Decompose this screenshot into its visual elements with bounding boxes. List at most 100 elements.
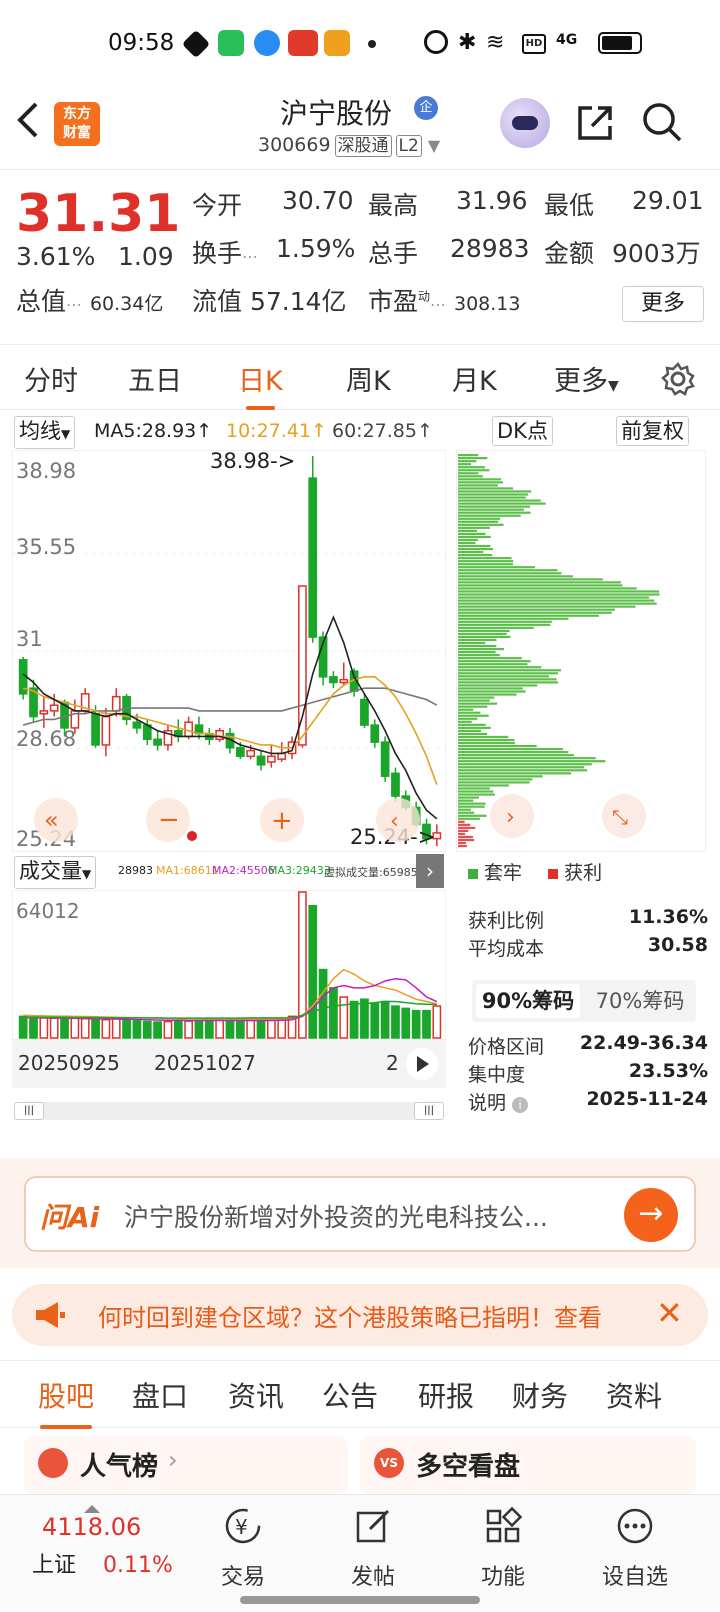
chip-bar-trapped bbox=[458, 463, 472, 466]
chip-bar-trapped bbox=[458, 502, 546, 505]
chart-scrollbar[interactable]: ||| ||| bbox=[14, 1102, 444, 1120]
gear-icon[interactable] bbox=[660, 361, 696, 397]
ai-question-box[interactable]: 问Ai 沪宁股份新增对外投资的光电科技公... → bbox=[24, 1176, 696, 1252]
nav-watchlist[interactable]: 设自选 bbox=[590, 1505, 680, 1591]
volume-selector[interactable]: 成交量▼ bbox=[14, 856, 97, 889]
tab-forum[interactable]: 股吧 bbox=[38, 1375, 94, 1429]
kline-chart[interactable]: 38.98 35.55 31 28.68 25.24 38.98-> 25.24… bbox=[12, 450, 446, 852]
promo-notice[interactable]: 何时回到建仓区域？这个港股策略已指明！查看 ✕ bbox=[12, 1284, 708, 1346]
chip-bar-trapped bbox=[458, 563, 514, 566]
chip-bar-trapped bbox=[458, 784, 510, 787]
chip-70-button[interactable]: 70%筹码 bbox=[584, 980, 696, 1022]
y-label-3: 31 bbox=[16, 627, 43, 651]
chip-bar-trapped bbox=[458, 723, 486, 726]
more-dots-icon: ⋯ bbox=[66, 295, 83, 314]
turnover-label[interactable]: 换手⋯ bbox=[192, 234, 258, 270]
stock-name: 沪宁股份 bbox=[280, 97, 393, 130]
tab-intraday[interactable]: 分时 bbox=[24, 359, 78, 398]
bull-bear-card[interactable]: VS 多空看盘 bbox=[360, 1436, 696, 1494]
chevron-down-icon[interactable]: ▼ bbox=[428, 136, 440, 155]
tab-profile[interactable]: 资料 bbox=[606, 1375, 662, 1415]
volume-bar bbox=[101, 1019, 111, 1039]
tab-five-day[interactable]: 五日 bbox=[128, 359, 182, 398]
more-button[interactable]: 更多 bbox=[622, 286, 704, 322]
profit-ratio-label: 获利比例 bbox=[468, 910, 545, 932]
candle bbox=[370, 724, 380, 743]
volume-bar bbox=[163, 1020, 173, 1039]
index-name: 上证 bbox=[32, 1553, 77, 1578]
chip-bar-trapped bbox=[458, 678, 557, 681]
scrollbar-right-handle[interactable]: ||| bbox=[414, 1102, 444, 1120]
volume-bar bbox=[204, 1019, 214, 1039]
volume-bar bbox=[380, 1000, 390, 1039]
market-cap-value: 60.34亿 bbox=[89, 293, 164, 315]
tab-weekly-k[interactable]: 周K bbox=[346, 359, 391, 398]
eastmoney-logo[interactable]: 东方 财富 bbox=[54, 102, 100, 146]
tab-announcements[interactable]: 公告 bbox=[322, 1375, 378, 1415]
dk-point-button[interactable]: DK点 bbox=[492, 416, 553, 446]
ma-legend: 均线▼ MA5:28.93↑ 10:27.41↑ 60:27.85↑ DK点 前… bbox=[14, 416, 714, 449]
chip-bar-trapped bbox=[458, 587, 637, 590]
chip-bar-trapped bbox=[458, 547, 493, 551]
tab-more[interactable]: 更多▼ bbox=[554, 359, 619, 398]
adjust-button[interactable]: 前复权 bbox=[616, 416, 689, 446]
nav-functions[interactable]: 功能 bbox=[458, 1505, 548, 1591]
chip-bar-trapped bbox=[458, 726, 491, 729]
info-icon[interactable]: i bbox=[512, 1097, 529, 1113]
chip-bar-profit bbox=[458, 823, 471, 826]
chip-bar-trapped bbox=[458, 635, 511, 639]
chevron-right-icon[interactable]: › bbox=[416, 854, 444, 888]
chip-stat-row[interactable]: 说明 i 2025-11-24 bbox=[468, 1088, 708, 1116]
chip-stat-row: 价格区间 22.49-36.34 bbox=[468, 1032, 708, 1060]
market-cap[interactable]: 总值⋯ 60.34亿 bbox=[16, 282, 163, 318]
level2-tag[interactable]: L2 bbox=[395, 135, 422, 157]
tab-financials[interactable]: 财务 bbox=[512, 1375, 568, 1415]
nav-trade[interactable]: ¥ 交易 bbox=[198, 1505, 288, 1591]
feature-cards: 人气榜 › VS 多空看盘 bbox=[0, 1436, 720, 1494]
chip-distribution-chart[interactable]: › ⤡ bbox=[456, 450, 706, 852]
chip-90-button[interactable]: 90%筹码 bbox=[476, 984, 580, 1018]
candle bbox=[256, 755, 266, 766]
close-icon[interactable]: ✕ bbox=[656, 1294, 683, 1332]
volume-chart[interactable]: 64012 20250925 20251027 2 bbox=[12, 890, 446, 1100]
scrollbar-left-handle[interactable]: ||| bbox=[14, 1102, 44, 1120]
send-icon bbox=[181, 29, 211, 59]
arrow-right-icon[interactable]: → bbox=[624, 1188, 678, 1242]
y-label-top: 38.98 bbox=[16, 459, 76, 483]
status-bar: 09:58 ✱ ≋ HD 4G bbox=[0, 0, 720, 80]
chip-bar-trapped bbox=[458, 729, 482, 732]
chip-bar-trapped bbox=[458, 535, 491, 539]
ma5-label: MA5:28.93 bbox=[94, 420, 197, 442]
candle bbox=[360, 698, 369, 726]
index-ticker[interactable]: 4118.06 上证 0.11% bbox=[32, 1505, 182, 1579]
share-icon[interactable] bbox=[574, 102, 616, 144]
ma-selector[interactable]: 均线▼ bbox=[14, 416, 76, 449]
tab-daily-k[interactable]: 日K bbox=[238, 359, 283, 410]
tab-news[interactable]: 资讯 bbox=[228, 1375, 284, 1415]
tab-monthly-k[interactable]: 月K bbox=[452, 359, 497, 398]
float-label: 流值 bbox=[192, 287, 243, 316]
legend-profit: 获利 bbox=[564, 862, 603, 884]
chip-bar-profit bbox=[458, 820, 465, 823]
chip-bar-trapped bbox=[458, 584, 623, 587]
tab-orderbook[interactable]: 盘口 bbox=[132, 1375, 188, 1415]
ai-robot-avatar[interactable] bbox=[500, 98, 550, 148]
more-dots-icon: ⋯ bbox=[242, 247, 259, 266]
home-indicator[interactable] bbox=[240, 1596, 480, 1604]
chip-bar-trapped bbox=[458, 569, 558, 572]
search-icon[interactable] bbox=[640, 100, 684, 144]
pe-ratio[interactable]: 市盈动⋯ 308.13 bbox=[368, 282, 520, 318]
popularity-card[interactable]: 人气榜 › bbox=[24, 1436, 348, 1494]
legend-trapped: 套牢 bbox=[484, 862, 523, 884]
avg-cost-label: 平均成本 bbox=[468, 938, 545, 960]
chip-bar-trapped bbox=[458, 817, 480, 820]
back-icon[interactable] bbox=[14, 100, 44, 140]
candle bbox=[132, 721, 142, 729]
profit-ratio-value: 11.36% bbox=[628, 906, 708, 928]
tab-research[interactable]: 研报 bbox=[418, 1375, 474, 1415]
chip-bar-trapped bbox=[458, 772, 572, 775]
nav-post[interactable]: 发帖 bbox=[328, 1505, 418, 1591]
chevron-right-icon: › bbox=[506, 805, 515, 830]
candle bbox=[91, 712, 100, 746]
stock-code-line: 300669 深股通 L2 ▼ bbox=[258, 134, 440, 157]
